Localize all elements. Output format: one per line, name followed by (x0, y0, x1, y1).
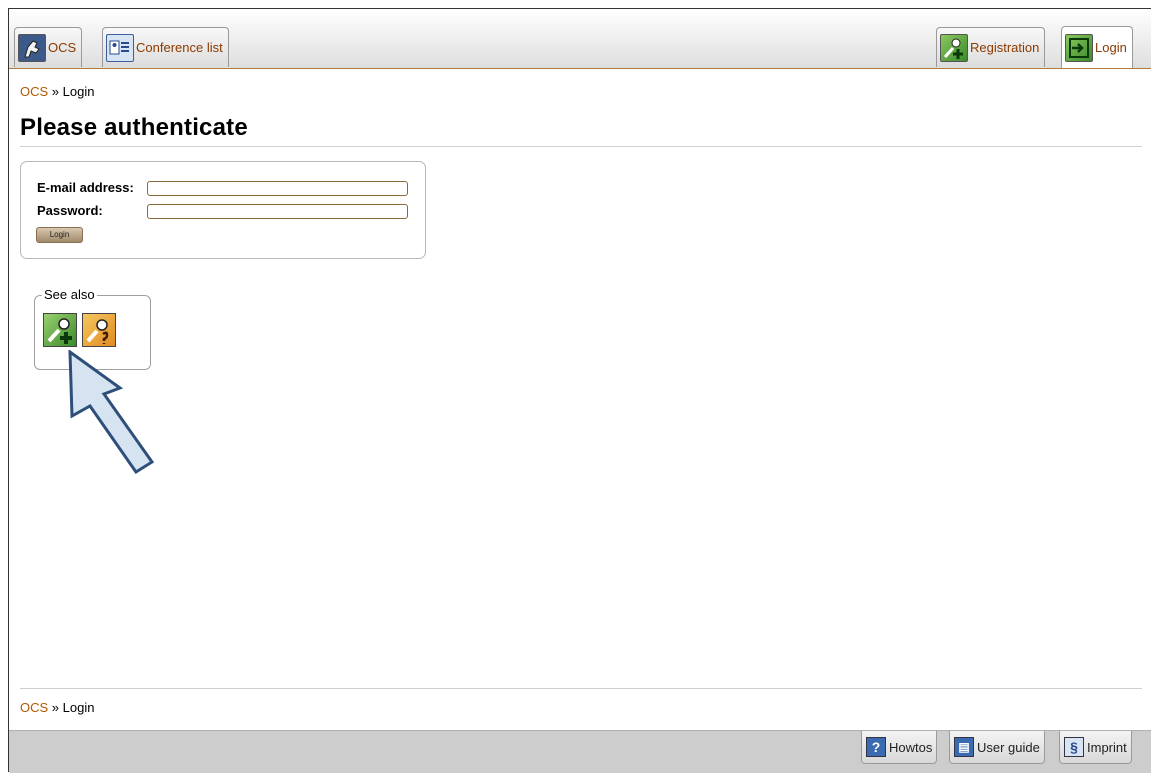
tab-registration[interactable]: Registration (936, 27, 1046, 67)
pointer-arrow-icon (68, 350, 155, 475)
footer-tab-user-guide[interactable]: ▤ User guide (949, 731, 1045, 764)
footer-breadcrumb-separator: » (51, 700, 60, 715)
tab-login[interactable]: Login (1061, 26, 1133, 68)
question-mark-icon: ? (866, 737, 886, 757)
tab-conference-list[interactable]: Conference list (102, 27, 229, 67)
email-field[interactable] (147, 181, 408, 196)
password-field[interactable] (147, 204, 408, 219)
horse-logo-icon (18, 33, 46, 62)
login-button[interactable]: Login (36, 227, 83, 243)
breadcrumb-root-link[interactable]: OCS (20, 84, 48, 99)
email-label: E-mail address: (37, 180, 134, 195)
tab-login-label: Login (1095, 40, 1127, 55)
add-user-key-icon (940, 33, 968, 62)
register-key-icon[interactable] (43, 313, 77, 347)
see-also-legend: See also (42, 287, 97, 303)
footer-tab-howtos-label: Howtos (889, 739, 933, 755)
footer-breadcrumb-root-link[interactable]: OCS (20, 700, 48, 715)
tab-ocs[interactable]: OCS (14, 27, 83, 67)
page-title: Please authenticate (20, 114, 248, 141)
breadcrumb: OCS » Login (20, 84, 94, 99)
footer-breadcrumb: OCS » Login (20, 700, 94, 715)
title-divider (20, 146, 1142, 147)
tab-conference-list-label: Conference list (136, 40, 223, 55)
login-door-icon (1065, 33, 1093, 62)
section-sign-icon: § (1064, 737, 1084, 757)
footer-breadcrumb-current: Login (62, 700, 95, 715)
login-form: E-mail address: Password: Login (20, 161, 426, 259)
forgot-password-key-icon[interactable] (82, 313, 116, 347)
tab-ocs-label: OCS (48, 40, 77, 55)
footer-divider (20, 688, 1142, 689)
book-icon: ▤ (954, 737, 974, 757)
footer-tab-user-guide-label: User guide (977, 739, 1040, 755)
password-label: Password: (37, 203, 103, 218)
bottom-bar: ? Howtos ▤ User guide § Imprint (9, 730, 1151, 773)
contact-list-icon (106, 33, 134, 62)
top-nav-bar: OCS Conference list Registration Login (9, 9, 1151, 69)
footer-tab-imprint-label: Imprint (1087, 739, 1127, 755)
footer-tab-imprint[interactable]: § Imprint (1059, 731, 1132, 764)
footer-tab-howtos[interactable]: ? Howtos (861, 731, 938, 764)
tab-registration-label: Registration (970, 40, 1040, 55)
breadcrumb-separator: » (51, 84, 60, 99)
breadcrumb-current: Login (62, 84, 95, 99)
